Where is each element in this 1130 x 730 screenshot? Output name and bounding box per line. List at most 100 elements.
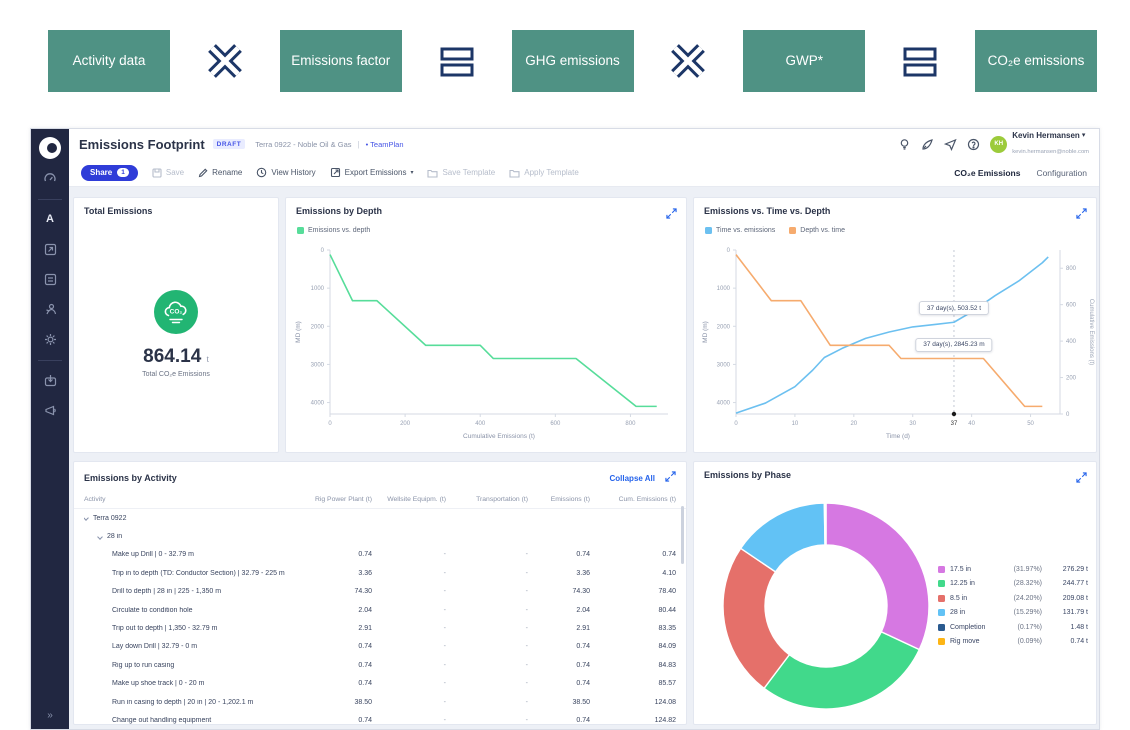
svg-text:30: 30: [909, 421, 916, 427]
paper-plane-icon[interactable]: [944, 138, 957, 151]
formula-box-gwp: GWP*: [743, 30, 865, 92]
share-button[interactable]: Share 1: [81, 165, 138, 181]
table-row[interactable]: 28 in: [74, 527, 686, 545]
table-row: Drill to depth | 28 in | 225 - 1,350 m74…: [74, 583, 686, 601]
co2-cloud-icon: CO₂: [154, 290, 198, 339]
title-bar: Emissions Footprint DRAFT Terra 0922 - N…: [69, 129, 1099, 159]
column-header: Wellsite Equipm. (t): [372, 496, 446, 503]
svg-text:400: 400: [475, 421, 486, 427]
lightbulb-icon[interactable]: [898, 138, 911, 151]
rocket-icon[interactable]: [921, 138, 934, 151]
total-emissions-caption: Total CO₂e Emissions: [142, 371, 210, 378]
import-box-icon[interactable]: [38, 369, 62, 391]
donut-slice[interactable]: [723, 548, 789, 688]
save-template-button[interactable]: Save Template: [427, 168, 495, 178]
donut-slice[interactable]: [764, 632, 919, 709]
gauge-icon[interactable]: [38, 167, 62, 189]
draft-badge: DRAFT: [213, 139, 246, 149]
help-icon[interactable]: [967, 138, 980, 151]
table-row: Run in casing to depth | 20 in | 20 - 1,…: [74, 693, 686, 711]
svg-text:MD (m): MD (m): [702, 321, 709, 343]
panel-title: Emissions by Depth: [286, 198, 686, 216]
table-row: Lay down Drill | 32.79 - 0 m0.74--0.7484…: [74, 638, 686, 656]
svg-text:3000: 3000: [311, 362, 325, 368]
svg-text:MD (m): MD (m): [295, 321, 302, 343]
svg-text:400: 400: [1066, 339, 1077, 345]
chevron-down-icon: ▾: [410, 169, 413, 176]
donut-slice[interactable]: [825, 503, 826, 545]
legend-item[interactable]: 17.5 in(31.97%)276.29 t: [938, 562, 1088, 577]
avatar[interactable]: KH: [990, 136, 1007, 153]
table-row[interactable]: Terra 0922: [74, 509, 686, 527]
share-count-badge: 1: [117, 168, 129, 177]
scrollbar[interactable]: [681, 506, 684, 564]
export-emissions-button[interactable]: Export Emissions ▾: [330, 167, 414, 178]
chevron-down-icon[interactable]: [84, 515, 89, 521]
svg-text:20: 20: [850, 421, 857, 427]
app-window: A » Emissi: [30, 128, 1100, 730]
gear-icon[interactable]: [38, 328, 62, 350]
legend-item[interactable]: 8.5 in(24.20%)209.08 t: [938, 591, 1088, 606]
column-header: Activity: [84, 496, 294, 503]
multiply-operator-icon: [667, 34, 709, 88]
formula-box-ghg-emissions: GHG emissions: [512, 30, 634, 92]
legend-item[interactable]: Emissions vs. depth: [297, 227, 370, 234]
view-history-button[interactable]: View History: [256, 167, 315, 178]
panel-emissions-by-activity: Emissions by Activity Collapse All Activ…: [73, 461, 687, 725]
legend-item[interactable]: 12.25 in(28.32%)244.77 t: [938, 577, 1088, 592]
formula-box-activity-data: Activity data: [48, 30, 170, 92]
expand-icon[interactable]: [665, 469, 676, 487]
breadcrumb: Terra 0922 - Noble Oil & Gas: [255, 140, 351, 149]
svg-text:4000: 4000: [717, 401, 731, 407]
legend-item[interactable]: Depth vs. time: [789, 227, 845, 234]
multiply-operator-icon: [204, 34, 246, 88]
collapse-all-button[interactable]: Collapse All: [610, 474, 656, 483]
user-menu[interactable]: KH Kevin Hermansen ▾ kevin.hermansen@nob…: [990, 131, 1089, 158]
chevron-down-icon[interactable]: [97, 534, 103, 540]
svg-text:3000: 3000: [717, 362, 731, 368]
svg-text:50: 50: [1027, 421, 1034, 427]
emissions-time-depth-chart[interactable]: 0100020003000400002004006008000102030374…: [696, 242, 1096, 448]
main-area: Emissions Footprint DRAFT Terra 0922 - N…: [69, 129, 1099, 729]
svg-text:200: 200: [1066, 376, 1077, 382]
megaphone-icon[interactable]: [38, 399, 62, 421]
donut-legend: 17.5 in(31.97%)276.29 t12.25 in(28.32%)2…: [938, 562, 1088, 649]
box-arrow-icon[interactable]: [38, 238, 62, 260]
svg-text:0: 0: [321, 248, 325, 254]
svg-text:200: 200: [400, 421, 411, 427]
legend-item[interactable]: Completion(0.17%)1.48 t: [938, 620, 1088, 635]
expand-icon[interactable]: [666, 206, 677, 224]
svg-text:4000: 4000: [311, 401, 325, 407]
expand-icon[interactable]: [1076, 206, 1087, 224]
panel-total-emissions: Total Emissions CO₂ 864.14 t: [73, 197, 279, 453]
chevron-down-icon: ▾: [1082, 131, 1086, 139]
letter-a-icon[interactable]: A: [38, 208, 62, 230]
tab-co2e-emissions[interactable]: CO₂e Emissions: [954, 168, 1020, 178]
donut-slice[interactable]: [826, 503, 929, 650]
svg-text:800: 800: [1066, 266, 1077, 272]
panel-emissions-by-depth: Emissions by Depth Emissions vs. depth 0…: [285, 197, 687, 453]
list-panel-icon[interactable]: [38, 268, 62, 290]
table-body: Terra 092228 inMake up Drill | 0 - 32.79…: [74, 508, 686, 725]
svg-text:0: 0: [328, 421, 332, 427]
user-meta: kevin.hermansen@noble.com: [1012, 149, 1089, 155]
legend-item[interactable]: 28 in(15.29%)131.79 t: [938, 606, 1088, 621]
apply-template-button[interactable]: Apply Template: [509, 168, 579, 178]
table-header: ActivityRig Power Plant (t)Wellsite Equi…: [74, 491, 686, 508]
column-header: Emissions (t): [528, 496, 590, 503]
chevron-right-icon[interactable]: »: [47, 710, 53, 721]
table-row: Make up Drill | 0 - 32.79 m0.74--0.740.7…: [74, 546, 686, 564]
emissions-formula: Activity data Emissions factor GHG emiss…: [48, 30, 1097, 92]
svg-text:37: 37: [951, 421, 958, 427]
person-icon[interactable]: [38, 298, 62, 320]
chart-tooltip: 37 day(s), 503.52 t: [919, 301, 989, 315]
emissions-by-depth-chart[interactable]: 010002000300040000200400600800Cumulative…: [288, 242, 684, 448]
tab-configuration[interactable]: Configuration: [1036, 168, 1087, 178]
legend-item[interactable]: Rig move(0.09%)0.74 t: [938, 635, 1088, 650]
save-button[interactable]: Save: [152, 168, 184, 178]
app-logo[interactable]: [39, 137, 61, 159]
column-header: Transportation (t): [446, 496, 528, 503]
team-plan-link[interactable]: TeamPlan: [366, 140, 404, 149]
rename-button[interactable]: Rename: [198, 168, 242, 178]
legend-item[interactable]: Time vs. emissions: [705, 227, 775, 234]
